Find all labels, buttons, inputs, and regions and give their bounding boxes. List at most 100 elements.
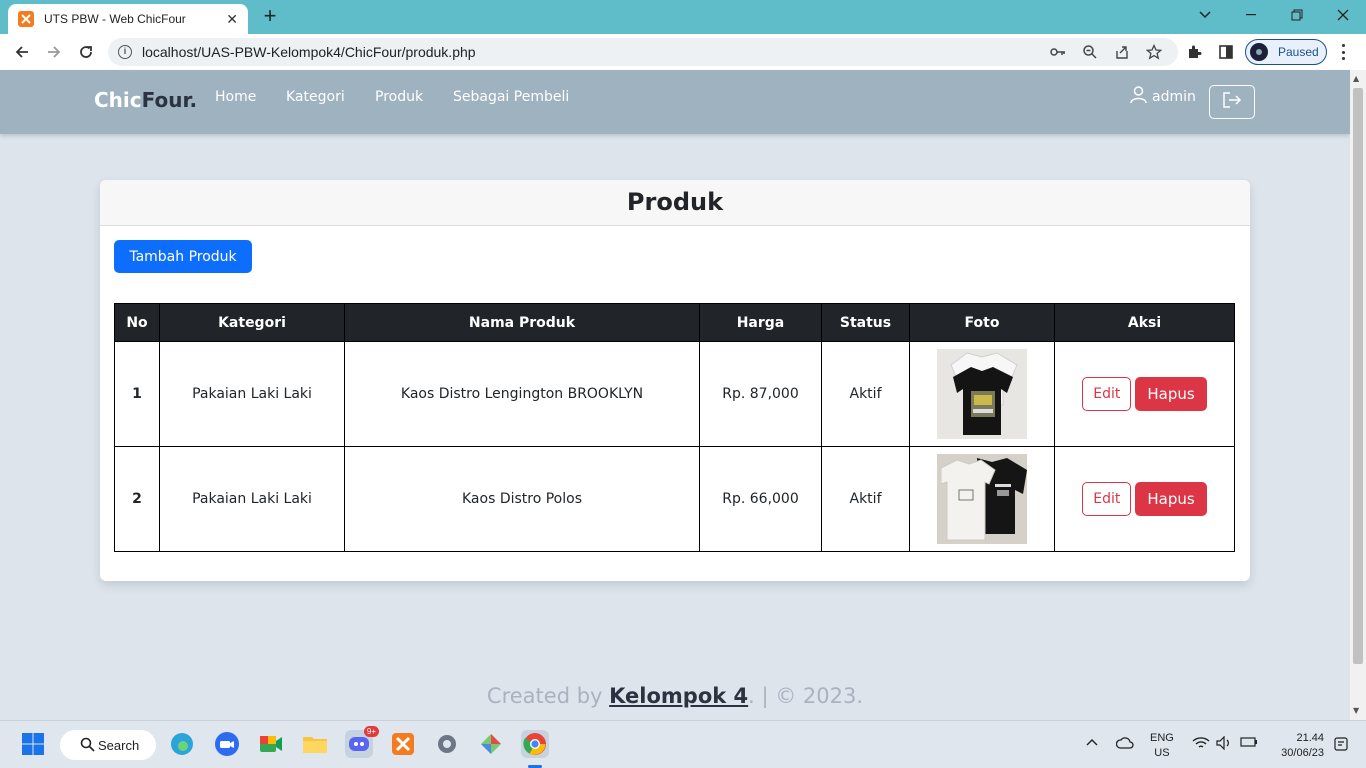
browser-tab[interactable]: UTS PBW - Web ChicFour ✕ [8, 4, 248, 34]
clock-date: 30/06/23 [1281, 747, 1324, 759]
column-header-nama-produk: Nama Produk [344, 303, 700, 342]
windows-start-icon[interactable] [19, 730, 47, 758]
user-icon [1130, 86, 1147, 108]
wifi-icon[interactable] [1192, 736, 1210, 755]
show-hidden-icons[interactable] [1086, 736, 1098, 751]
language-region: US [1154, 747, 1170, 759]
scroll-up-icon[interactable]: ▲ [1353, 74, 1359, 83]
back-icon[interactable] [10, 40, 34, 64]
taskbar-search[interactable]: Search [60, 730, 156, 760]
restore-icon[interactable] [1274, 0, 1320, 30]
edit-button[interactable]: Edit [1082, 482, 1132, 516]
cell-kategori: Pakaian Laki Laki [159, 446, 345, 552]
column-header-status: Status [821, 303, 910, 342]
column-header-foto: Foto [909, 303, 1055, 342]
cell-aksi: Edit Hapus [1054, 446, 1235, 552]
brand-part2: Four. [141, 88, 198, 112]
cell-status: Aktif [821, 341, 910, 447]
scroll-thumb[interactable] [1353, 88, 1363, 664]
table-header-row: No Kategori Nama Produk Harga Status Fot… [114, 303, 1235, 342]
cell-harga: Rp. 66,000 [699, 446, 822, 552]
nav-kategori[interactable]: Kategori [286, 89, 345, 105]
edit-button[interactable]: Edit [1082, 377, 1132, 411]
chrome-icon[interactable] [521, 730, 549, 758]
clock-time: 21.44 [1296, 732, 1324, 744]
volume-icon[interactable] [1216, 735, 1232, 755]
browser-menu-icon[interactable] [1337, 42, 1349, 62]
page-title: Produk [100, 180, 1250, 226]
onedrive-icon[interactable] [1115, 736, 1134, 755]
reload-icon[interactable] [74, 40, 98, 64]
new-tab-icon[interactable]: + [259, 5, 281, 27]
page-footer: Created by Kelompok 4. | © 2023. [0, 684, 1350, 708]
discord-badge: 9+ [363, 726, 379, 737]
edge-icon[interactable] [168, 730, 196, 758]
tab-search-icon[interactable] [1182, 0, 1228, 30]
cell-no: 1 [114, 341, 160, 447]
cell-kategori: Pakaian Laki Laki [159, 341, 345, 447]
profile-status: Paused [1278, 45, 1319, 59]
logout-button[interactable] [1209, 85, 1255, 119]
brand-part1: Chic [94, 88, 142, 112]
username: admin [1152, 89, 1196, 105]
url-text: localhost/UAS-PBW-Kelompok4/ChicFour/pro… [142, 44, 476, 60]
minimize-icon[interactable] [1228, 0, 1274, 30]
file-explorer-icon[interactable] [301, 730, 329, 758]
cell-no: 2 [114, 446, 160, 552]
battery-icon[interactable] [1240, 736, 1258, 753]
cell-nama-produk: Kaos Distro Polos [344, 446, 700, 552]
footer-suffix: . | © 2023. [748, 684, 864, 708]
scroll-down-icon[interactable]: ▼ [1353, 706, 1359, 715]
settings-gear-icon[interactable] [433, 730, 461, 758]
address-bar[interactable]: i localhost/UAS-PBW-Kelompok4/ChicFour/p… [108, 38, 1178, 66]
footer-author-link[interactable]: Kelompok 4 [609, 684, 748, 708]
password-key-icon[interactable] [1048, 42, 1068, 62]
clock[interactable]: 21.44 30/06/23 [1270, 731, 1324, 761]
language-code: ENG [1150, 732, 1174, 744]
cell-foto [909, 446, 1055, 552]
add-product-button[interactable]: Tambah Produk [114, 240, 252, 273]
extensions-icon[interactable] [1184, 42, 1204, 62]
profile-paused-button[interactable]: Paused [1245, 39, 1327, 65]
profile-avatar [1250, 43, 1268, 61]
xampp-icon[interactable] [389, 730, 417, 758]
product-photo [937, 349, 1027, 439]
zoom-app-icon[interactable] [213, 730, 241, 758]
nav-sebagai-pembeli[interactable]: Sebagai Pembeli [453, 89, 569, 105]
notifications-icon[interactable] [1333, 736, 1349, 757]
user-menu[interactable]: admin [1130, 86, 1196, 108]
app-gem-icon[interactable] [477, 730, 505, 758]
forward-icon[interactable] [42, 40, 66, 64]
input-language[interactable]: ENG US [1150, 731, 1174, 761]
share-icon[interactable] [1112, 42, 1132, 62]
cell-status: Aktif [821, 446, 910, 552]
column-header-kategori: Kategori [159, 303, 345, 342]
cell-harga: Rp. 87,000 [699, 341, 822, 447]
bookmark-star-icon[interactable] [1144, 42, 1164, 62]
site-info-icon[interactable]: i [118, 45, 132, 59]
page-scrollbar[interactable]: ▲ ▼ [1350, 70, 1366, 720]
search-icon [80, 737, 95, 755]
side-panel-icon[interactable] [1216, 42, 1236, 62]
cell-aksi: Edit Hapus [1054, 341, 1235, 447]
cell-nama-produk: Kaos Distro Lengington BROOKLYN [344, 341, 700, 447]
footer-prefix: Created by [486, 684, 610, 708]
xampp-favicon-icon [18, 11, 34, 27]
discord-icon[interactable]: 9+ [345, 726, 379, 758]
produk-card: Produk Tambah Produk No Kategori Nama Pr… [100, 180, 1250, 581]
brand-logo[interactable]: ChicFour. [94, 88, 197, 112]
meet-icon[interactable] [257, 730, 285, 758]
delete-button[interactable]: Hapus [1135, 377, 1207, 411]
column-header-no: No [114, 303, 160, 342]
cell-foto [909, 341, 1055, 447]
delete-button[interactable]: Hapus [1135, 482, 1207, 516]
product-table: No Kategori Nama Produk Harga Status Fot… [114, 303, 1235, 552]
nav-produk[interactable]: Produk [375, 89, 423, 105]
close-window-icon[interactable] [1320, 0, 1366, 30]
column-header-harga: Harga [699, 303, 822, 342]
zoom-icon[interactable] [1080, 42, 1100, 62]
tab-close-icon[interactable]: ✕ [226, 11, 238, 28]
nav-home[interactable]: Home [215, 89, 256, 105]
logout-icon [1222, 91, 1242, 113]
search-label: Search [98, 737, 140, 753]
